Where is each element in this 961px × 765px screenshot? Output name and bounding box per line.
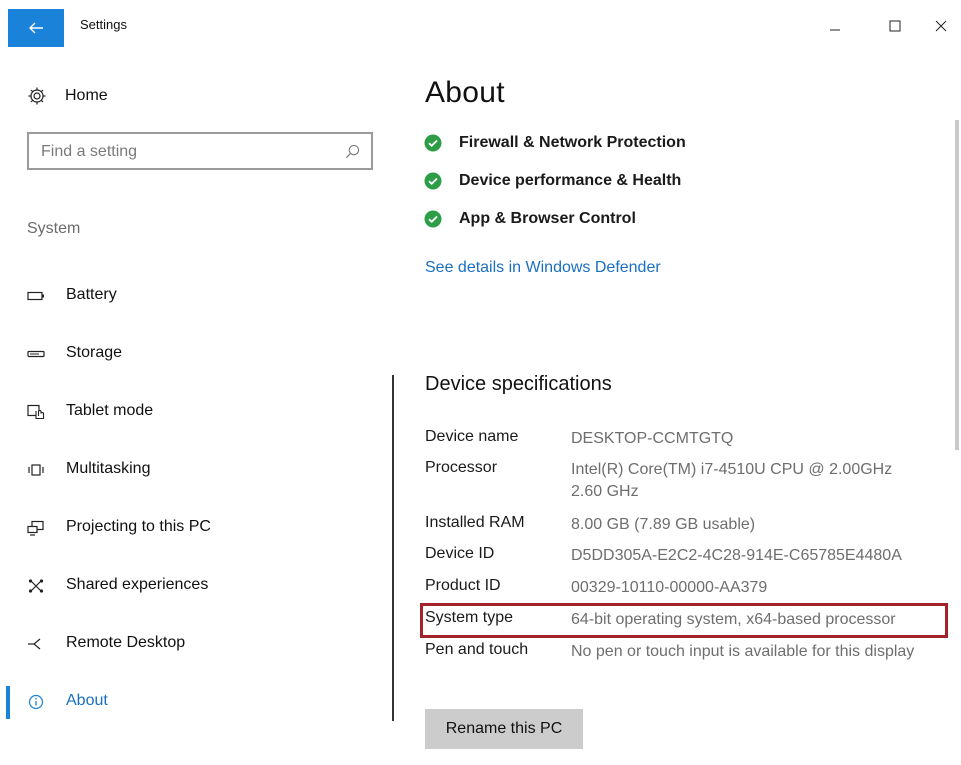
sidebar-item-label: Tablet mode xyxy=(66,402,154,419)
spec-key: Device ID xyxy=(425,545,495,562)
spec-value: No pen or touch input is available for t… xyxy=(571,643,915,660)
minimize-button[interactable] xyxy=(812,10,858,42)
spec-value: DESKTOP-CCMTGTQ xyxy=(571,430,734,447)
active-indicator xyxy=(6,686,10,719)
spec-key: Installed RAM xyxy=(425,514,525,531)
storage-icon xyxy=(27,350,45,358)
status-item: Device performance & Health xyxy=(424,172,681,190)
spec-key: Pen and touch xyxy=(425,641,529,658)
search-input[interactable] xyxy=(41,141,331,163)
status-item: App & Browser Control xyxy=(424,210,636,228)
spec-value: 8.00 GB (7.89 GB usable) xyxy=(571,516,756,533)
battery-icon xyxy=(27,291,44,301)
shared-experiences-icon xyxy=(28,579,44,593)
sidebar-item-multitasking[interactable]: Multitasking xyxy=(0,450,390,490)
tablet-mode-icon xyxy=(27,404,45,420)
sidebar-item-tablet-mode[interactable]: Tablet mode xyxy=(0,392,390,432)
status-item-label: Device performance & Health xyxy=(459,172,682,189)
page-title: About xyxy=(425,76,505,109)
spec-value: D5DD305A-E2C2-4C28-914E-C65785E4480A xyxy=(571,547,902,564)
info-icon xyxy=(28,694,44,710)
check-circle-icon xyxy=(424,172,442,190)
sidebar-item-storage[interactable]: Storage xyxy=(0,334,390,374)
sidebar-item-label: Battery xyxy=(66,286,117,303)
sidebar-item-label: Storage xyxy=(66,344,123,361)
maximize-button[interactable] xyxy=(872,10,918,42)
status-item: Firewall & Network Protection xyxy=(424,134,686,152)
main-content: About Firewall & Network Protection Devi… xyxy=(400,52,961,765)
status-item-label: App & Browser Control xyxy=(459,210,636,227)
projecting-icon xyxy=(27,520,44,536)
spec-value: 00329-10110-00000-AA379 xyxy=(571,579,768,596)
sidebar: Home System Battery Storage Tablet mode … xyxy=(0,52,400,765)
status-item-label: Firewall & Network Protection xyxy=(459,134,686,151)
close-icon xyxy=(935,20,947,32)
search-box xyxy=(27,132,373,170)
window-title: Settings xyxy=(80,17,127,32)
close-button[interactable] xyxy=(918,10,961,42)
device-specifications-heading: Device specifications xyxy=(425,373,612,395)
spec-key: Device name xyxy=(425,428,519,445)
sidebar-item-label: Multitasking xyxy=(66,460,151,477)
multitasking-icon xyxy=(28,464,44,476)
pane-divider xyxy=(392,375,394,721)
sidebar-item-about[interactable]: About xyxy=(0,682,390,722)
sidebar-item-label: About xyxy=(66,692,108,709)
sidebar-item-label: Shared experiences xyxy=(66,576,209,593)
title-bar: Settings xyxy=(0,0,961,52)
sidebar-item-projecting[interactable]: Projecting to this PC xyxy=(0,508,390,548)
spec-value: Intel(R) Core(TM) i7-4510U CPU @ 2.00GHz… xyxy=(571,461,893,500)
maximize-icon xyxy=(889,20,901,32)
check-circle-icon xyxy=(424,134,442,152)
scrollbar[interactable] xyxy=(955,120,959,450)
gear-icon xyxy=(28,87,46,105)
remote-desktop-icon xyxy=(28,638,41,650)
sidebar-item-label: Projecting to this PC xyxy=(66,518,211,535)
back-arrow-icon xyxy=(29,22,43,34)
nav-home[interactable]: Home xyxy=(18,84,108,108)
check-circle-icon xyxy=(424,210,442,228)
nav-home-label: Home xyxy=(65,87,108,104)
minimize-icon xyxy=(830,29,840,31)
sidebar-item-battery[interactable]: Battery xyxy=(0,276,390,316)
sidebar-item-remote-desktop[interactable]: Remote Desktop xyxy=(0,624,390,664)
back-button[interactable] xyxy=(8,9,64,47)
windows-defender-link[interactable]: See details in Windows Defender xyxy=(425,259,661,277)
spec-key: Processor xyxy=(425,459,498,476)
rename-pc-button[interactable]: Rename this PC xyxy=(425,709,583,749)
spec-key: Product ID xyxy=(425,577,501,594)
sidebar-item-shared-experiences[interactable]: Shared experiences xyxy=(0,566,390,606)
system-type-highlight xyxy=(420,603,948,638)
sidebar-item-label: Remote Desktop xyxy=(66,634,186,651)
section-label-system: System xyxy=(27,220,81,237)
search-icon[interactable] xyxy=(345,144,360,159)
